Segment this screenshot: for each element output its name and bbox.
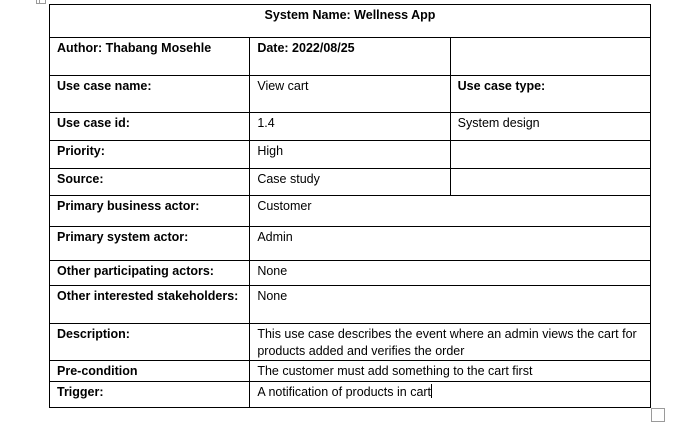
priority-label[interactable]: Priority: xyxy=(48,140,251,169)
precondition-label[interactable]: Pre-condition xyxy=(48,360,251,382)
use-case-type-value[interactable]: System design xyxy=(449,112,652,141)
table-row: Use case name: View cart Use case type: xyxy=(48,75,652,113)
table-row: Description: This use case describes the… xyxy=(48,323,651,361)
table-row: System Name: Wellness App xyxy=(49,4,651,38)
empty-cell[interactable] xyxy=(449,37,652,76)
description-value[interactable]: This use case describes the event where … xyxy=(249,323,651,361)
other-interested-stakeholders-value[interactable]: None xyxy=(249,285,651,324)
table-resize-handle[interactable] xyxy=(651,408,665,422)
date-cell[interactable]: Date: 2022/08/25 xyxy=(249,37,451,76)
table-row: Use case id: 1.4 System design xyxy=(48,112,652,141)
other-participating-actors-value[interactable]: None xyxy=(249,260,651,286)
table-row: Other interested stakeholders: None xyxy=(48,285,651,324)
table-row: Author: Thabang Mosehle Date: 2022/08/25 xyxy=(48,37,652,76)
other-participating-actors-label[interactable]: Other participating actors: xyxy=(48,260,251,286)
empty-cell[interactable] xyxy=(449,168,652,196)
primary-business-actor-value[interactable]: Customer xyxy=(249,195,651,227)
table-row: Primary business actor: Customer xyxy=(48,195,651,227)
primary-system-actor-value[interactable]: Admin xyxy=(249,226,651,261)
description-label[interactable]: Description: xyxy=(48,323,251,361)
table-move-handle[interactable] xyxy=(36,0,46,4)
precondition-value[interactable]: The customer must add something to the c… xyxy=(249,360,651,382)
table-row: Priority: High xyxy=(48,140,652,169)
empty-cell[interactable] xyxy=(449,140,652,169)
author-cell[interactable]: Author: Thabang Mosehle xyxy=(48,37,251,76)
use-case-id-label[interactable]: Use case id: xyxy=(48,112,251,141)
primary-business-actor-label[interactable]: Primary business actor: xyxy=(48,195,251,227)
trigger-value-cell[interactable]: A notification of products in cart xyxy=(249,381,651,408)
priority-value[interactable]: High xyxy=(249,140,451,169)
use-case-table: System Name: Wellness App Author: Thaban… xyxy=(48,4,652,408)
use-case-name-value[interactable]: View cart xyxy=(249,75,451,113)
table-row: Primary system actor: Admin xyxy=(48,226,651,261)
table-row: Other participating actors: None xyxy=(48,260,651,286)
source-value[interactable]: Case study xyxy=(249,168,451,196)
use-case-id-value[interactable]: 1.4 xyxy=(249,112,451,141)
system-name-cell[interactable]: System Name: Wellness App xyxy=(49,4,651,38)
primary-system-actor-label[interactable]: Primary system actor: xyxy=(48,226,251,261)
table-row: Source: Case study xyxy=(48,168,652,196)
source-label[interactable]: Source: xyxy=(48,168,251,196)
trigger-label[interactable]: Trigger: xyxy=(48,381,251,408)
table-row: Trigger: A notification of products in c… xyxy=(48,381,651,408)
trigger-value: A notification of products in cart xyxy=(257,385,432,399)
table-row: Pre-condition The customer must add some… xyxy=(48,360,651,382)
text-cursor xyxy=(431,384,433,398)
use-case-name-label[interactable]: Use case name: xyxy=(48,75,251,113)
use-case-type-label[interactable]: Use case type: xyxy=(449,75,652,113)
other-interested-stakeholders-label[interactable]: Other interested stakeholders: xyxy=(48,285,251,324)
